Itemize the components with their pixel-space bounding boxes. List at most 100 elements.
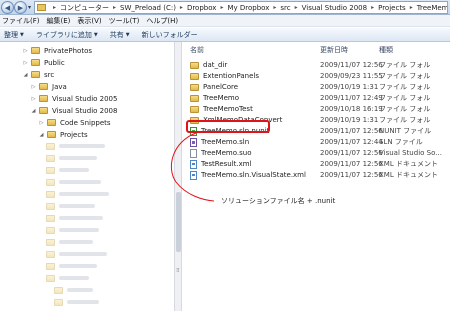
obscured-label	[59, 252, 107, 256]
back-button[interactable]: ◀	[1, 1, 14, 14]
scrollbar-thumb[interactable]	[176, 192, 181, 252]
collapse-arrow-icon[interactable]: ◢	[30, 108, 37, 114]
breadcrumb-item[interactable]: TreeMemo	[417, 4, 447, 12]
file-type: SLN ファイル	[379, 138, 423, 146]
expand-arrow-icon[interactable]: ▷	[30, 84, 37, 90]
file-date: 2009/11/07 12:56	[320, 171, 383, 179]
file-row-treememo-sln[interactable]: TreeMemo.sln 2009/11/07 12:44 SLN ファイル	[190, 137, 450, 147]
splitter-grip-icon[interactable]: ⠿	[176, 268, 180, 274]
tree-item-projects[interactable]: ◢ Projects	[38, 129, 88, 140]
nav-pane-scrollbar[interactable]: ⠿	[174, 42, 182, 311]
file-row-treememo-suo[interactable]: TreeMemo.suo 2009/11/07 12:56 Visual Stu…	[190, 148, 450, 158]
file-type: ファイル フォル	[379, 61, 431, 69]
highlight-box	[186, 120, 270, 133]
sln-file-icon	[190, 137, 197, 147]
breadcrumb[interactable]: ▸ コンピューター ▸ SW_Preload (C:) ▸ Dropbox ▸ …	[34, 1, 448, 14]
organize-label: 整理	[4, 30, 18, 39]
folder-icon	[46, 238, 55, 246]
column-header-name[interactable]: 名前	[190, 45, 204, 55]
chevron-right-icon[interactable]: ▸	[53, 4, 56, 11]
collapse-arrow-icon[interactable]: ◢	[38, 132, 45, 138]
chevron-right-icon[interactable]: ▸	[410, 4, 413, 11]
share-button[interactable]: 共有 ▼	[110, 30, 130, 40]
annotation-note: ソリューションファイル名 + .nunit	[221, 197, 336, 205]
tree-item-label: src	[44, 70, 55, 79]
tree-item-visual-studio-2008[interactable]: ◢ Visual Studio 2008	[30, 105, 118, 116]
menu-file[interactable]: ファイル(F)	[2, 16, 40, 26]
address-bar: ◀ ▶ ▾ ▸ コンピューター ▸ SW_Preload (C:) ▸ Drop…	[0, 0, 450, 15]
expand-arrow-icon[interactable]: ▷	[22, 48, 29, 54]
menu-help[interactable]: ヘルプ(H)	[146, 16, 178, 26]
chevron-right-icon[interactable]: ▸	[371, 4, 374, 11]
obscured-tree-item	[46, 177, 146, 187]
file-date: 2009/11/07 12:49	[320, 94, 383, 102]
breadcrumb-item[interactable]: src	[280, 4, 290, 12]
tree-item-src[interactable]: ◢ src	[22, 69, 55, 80]
folder-icon	[47, 119, 56, 126]
chevron-right-icon[interactable]: ▸	[180, 4, 183, 11]
chevron-right-icon[interactable]: ▸	[295, 4, 298, 11]
forward-button[interactable]: ▶	[14, 1, 27, 14]
chevron-right-icon[interactable]: ▸	[113, 4, 116, 11]
menu-edit[interactable]: 編集(E)	[47, 16, 71, 26]
file-type: Visual Studio So...	[379, 149, 442, 157]
file-date: 2009/11/07 12:56	[320, 61, 383, 69]
breadcrumb-item[interactable]: Dropbox	[187, 4, 217, 12]
obscured-tree-item	[46, 141, 146, 151]
forward-arrow-icon: ▶	[17, 3, 24, 12]
file-type: ファイル フォル	[379, 105, 431, 113]
breadcrumb-item[interactable]: My Dropbox	[227, 4, 269, 12]
add-to-library-button[interactable]: ライブラリに追加 ▼	[36, 30, 98, 40]
folder-icon	[46, 214, 55, 222]
menu-view[interactable]: 表示(V)	[77, 16, 101, 26]
tree-item-public[interactable]: ▷ Public	[22, 57, 65, 68]
tree-item-code-snippets[interactable]: ▷ Code Snippets	[38, 117, 111, 128]
expand-arrow-icon[interactable]: ▷	[38, 120, 45, 126]
breadcrumb-item[interactable]: Projects	[378, 4, 406, 12]
recent-pages-dropdown-icon[interactable]: ▾	[28, 4, 31, 11]
tree-item-privatephotos[interactable]: ▷ PrivatePhotos	[22, 45, 92, 56]
file-row-treememo[interactable]: TreeMemo 2009/11/07 12:49 ファイル フォル	[190, 93, 450, 103]
add-to-library-label: ライブラリに追加	[35, 30, 92, 39]
breadcrumb-item[interactable]: コンピューター	[60, 3, 109, 13]
file-date: 2009/09/23 11:55	[320, 72, 383, 80]
file-type: ファイル フォル	[379, 94, 431, 102]
file-row-panelcore[interactable]: PanelCore 2009/10/19 1:31 ファイル フォル	[190, 82, 450, 92]
organize-button[interactable]: 整理 ▼	[4, 30, 24, 40]
column-header-date[interactable]: 更新日時	[320, 45, 348, 55]
obscured-tree-item	[46, 273, 146, 283]
obscured-label	[59, 168, 89, 172]
tree-item-label: PrivatePhotos	[44, 46, 93, 55]
folder-icon	[54, 286, 63, 294]
obscured-tree-item	[46, 225, 146, 235]
collapse-arrow-icon[interactable]: ◢	[22, 72, 29, 78]
expand-arrow-icon[interactable]: ▷	[22, 60, 29, 66]
expand-arrow-icon[interactable]: ▷	[30, 96, 37, 102]
new-folder-button[interactable]: 新しいフォルダー	[142, 30, 198, 40]
folder-icon	[46, 250, 55, 258]
share-label: 共有	[109, 30, 124, 39]
obscured-tree-item	[46, 237, 146, 247]
folder-icon	[46, 226, 55, 234]
file-row-testresult-xml[interactable]: TestResult.xml 2009/11/07 12:56 XML ドキュメ…	[190, 159, 450, 169]
menu-tools[interactable]: ツール(T)	[109, 16, 140, 26]
file-row-extentionpanels[interactable]: ExtentionPanels 2009/09/23 11:55 ファイル フォ…	[190, 71, 450, 81]
obscured-tree-item	[46, 249, 146, 259]
file-name: ExtentionPanels	[203, 72, 259, 80]
chevron-right-icon[interactable]: ▸	[273, 4, 276, 11]
chevron-right-icon[interactable]: ▸	[220, 4, 223, 11]
obscured-tree-item	[46, 153, 146, 163]
xml-file-icon	[190, 170, 197, 180]
breadcrumb-item[interactable]: SW_Preload (C:)	[120, 4, 176, 12]
file-name: PanelCore	[203, 83, 239, 91]
file-row-dat-dir[interactable]: dat_dir 2009/11/07 12:56 ファイル フォル	[190, 60, 450, 70]
tree-item-java[interactable]: ▷ Java	[30, 81, 67, 92]
file-row-visualstate-xml[interactable]: TreeMemo.sln.VisualState.xml 2009/11/07 …	[190, 170, 450, 180]
obscured-label	[59, 276, 89, 280]
folder-icon	[46, 154, 55, 162]
folder-icon	[190, 105, 199, 113]
column-header-type[interactable]: 種類	[379, 45, 393, 55]
tree-item-visual-studio-2005[interactable]: ▷ Visual Studio 2005	[30, 93, 118, 104]
file-row-treememotest[interactable]: TreeMemoTest 2009/10/18 16:19 ファイル フォル	[190, 104, 450, 114]
breadcrumb-item[interactable]: Visual Studio 2008	[302, 4, 367, 12]
